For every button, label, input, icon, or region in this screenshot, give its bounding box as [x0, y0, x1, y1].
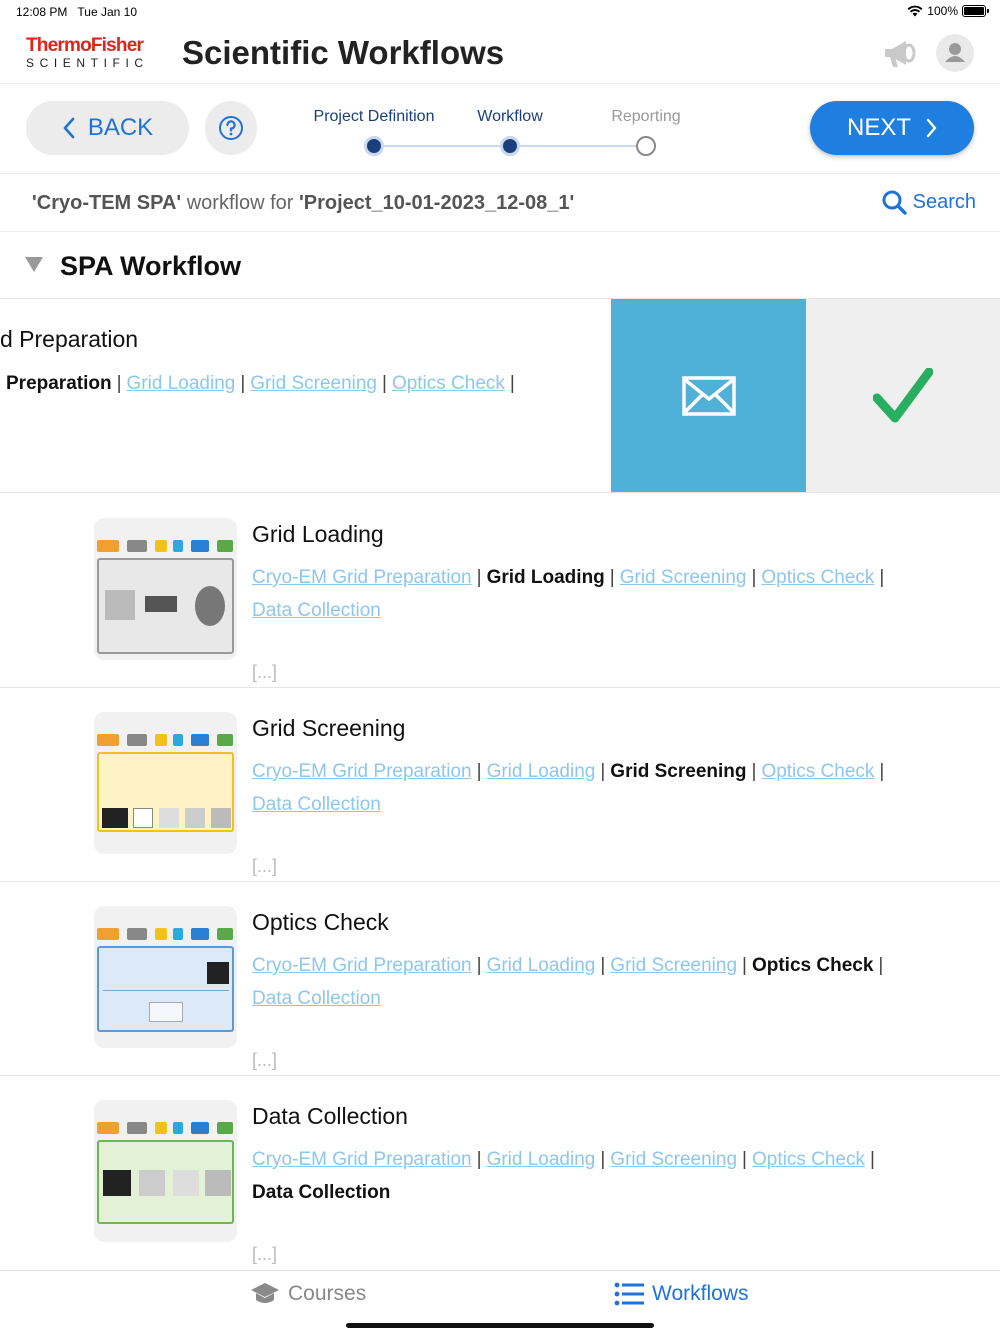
crumb-link[interactable]: Data Collection [252, 794, 381, 815]
back-chevron-icon [63, 117, 75, 139]
step-label-workflow[interactable]: Workflow [477, 108, 543, 126]
workflow-row-grid-preparation[interactable]: d Preparation Preparation | Grid Loading | G… [0, 299, 1000, 493]
crumb-link[interactable]: Optics Check [392, 373, 505, 394]
workflow-context: 'Cryo-TEM SPA' workflow for 'Project_10-… [0, 175, 1000, 232]
section-title: SPA Workflow [60, 251, 242, 281]
help-button[interactable] [205, 101, 257, 155]
step-dot-reporting[interactable] [636, 136, 656, 156]
tab-workflows-label: Workflows [652, 1282, 749, 1305]
tab-courses[interactable]: Courses [250, 1281, 366, 1307]
profile-icon[interactable] [936, 34, 974, 72]
thermofisher-logo: ThermoFisher SCIENTIFIC [26, 35, 149, 71]
back-button[interactable]: BACK [26, 101, 189, 155]
workflow-row-optics-check[interactable]: Optics Check Cryo-EM Grid Preparation | Gr… [0, 882, 1000, 1076]
complete-action-button[interactable] [806, 299, 1000, 492]
row-ellipsis: [...] [252, 1050, 278, 1070]
section-header[interactable]: SPA Workflow [0, 232, 1000, 299]
workflow-row-grid-loading[interactable]: Grid Loading Cryo-EM Grid Preparation | Gr… [0, 494, 1000, 688]
wifi-icon [907, 5, 923, 17]
row-title: d Preparation [0, 326, 139, 352]
row-breadcrumbs: Cryo-EM Grid Preparation | Grid Loading | Gr… [252, 567, 885, 621]
battery-percent: 100% [927, 4, 958, 18]
graduation-cap-icon [251, 1283, 279, 1303]
status-right: 100% [907, 4, 989, 18]
tab-courses-label: Courses [288, 1282, 367, 1305]
workflow-row-data-collection[interactable]: Data Collection Cryo-EM Grid Preparation… [0, 1076, 1000, 1270]
crumb-link[interactable]: Optics Check [761, 761, 874, 782]
row-breadcrumbs: Cryo-EM Grid Preparation | Grid Loading | Gr… [252, 1149, 875, 1203]
row-title: Grid Screening [252, 715, 406, 741]
crumb-link[interactable]: Grid Loading [487, 1149, 596, 1170]
crumb-current: Optics Check [751, 955, 874, 976]
row-ellipsis: [...] [252, 856, 278, 876]
row-ellipsis: [...] [252, 662, 278, 682]
crumb-link[interactable]: Grid Screening [620, 567, 747, 588]
crumb-current: Data Collection [252, 1182, 391, 1203]
workflow-row-grid-screening[interactable]: Grid Screening Cryo-EM Grid Preparation |… [0, 688, 1000, 882]
crumb-current: Grid Screening [610, 761, 747, 782]
crumb-link[interactable]: Data Collection [252, 600, 381, 621]
help-icon [219, 116, 243, 140]
app-header: ThermoFisher SCIENTIFIC Scientific Workf… [0, 26, 1000, 84]
search-label: Search [912, 190, 976, 213]
crumb-current: Grid Loading [486, 567, 605, 588]
crumb-link[interactable]: Grid Loading [127, 373, 236, 394]
status-time: 12:08 PM Tue Jan 10 [16, 5, 137, 19]
workflow-thumbnail [94, 712, 237, 854]
next-chevron-icon [926, 118, 937, 138]
mail-icon [681, 376, 736, 416]
step-label-reporting[interactable]: Reporting [611, 108, 680, 126]
crumb-link[interactable]: Optics Check [752, 1149, 865, 1170]
step-dot-project-definition[interactable] [364, 136, 384, 156]
search-button[interactable]: Search [881, 189, 976, 215]
crumb-link[interactable]: Grid Screening [610, 955, 737, 976]
tab-bar: Courses Workflows [0, 1270, 1000, 1334]
progress-stepper: Project Definition Workflow Reporting [290, 102, 710, 162]
workflow-thumbnail [94, 518, 237, 660]
step-label-project-definition[interactable]: Project Definition [314, 108, 435, 126]
crumb-link[interactable]: Cryo-EM Grid Preparation [252, 567, 472, 588]
row-breadcrumbs: Cryo-EM Grid Preparation | Grid Loading | Gr… [252, 955, 884, 1009]
crumb-link[interactable]: Grid Screening [250, 373, 377, 394]
crumb-link[interactable]: Optics Check [761, 567, 874, 588]
project-name: 'Project_10-01-2023_12-08_1' [298, 192, 575, 214]
step-dot-workflow[interactable] [500, 136, 520, 156]
collapse-triangle-icon[interactable] [25, 257, 43, 272]
next-button[interactable]: NEXT [810, 101, 974, 155]
crumb-current: Preparation [6, 373, 112, 394]
home-indicator[interactable] [346, 1323, 654, 1328]
search-icon [882, 190, 907, 215]
tab-workflows[interactable]: Workflows [614, 1281, 748, 1307]
row-title: Data Collection [252, 1103, 408, 1129]
megaphone-icon[interactable] [880, 34, 918, 72]
battery-icon [962, 5, 989, 17]
status-bar: 12:08 PM Tue Jan 10 100% [0, 0, 1000, 26]
row-breadcrumbs: Preparation | Grid Loading | Grid Screening |… [6, 373, 515, 394]
workflow-name: 'Cryo-TEM SPA' [32, 192, 182, 214]
row-breadcrumbs: Cryo-EM Grid Preparation | Grid Loading | Gr… [252, 761, 885, 815]
next-button-label: NEXT [846, 114, 911, 141]
checkmark-icon [873, 368, 933, 423]
crumb-link[interactable]: Cryo-EM Grid Preparation [252, 1149, 472, 1170]
row-title: Optics Check [252, 909, 389, 935]
workflow-thumbnail [94, 906, 237, 1048]
workflow-thumbnail [94, 1100, 237, 1242]
workflow-context-text: 'Cryo-TEM SPA' workflow for 'Project_10-… [32, 192, 574, 215]
crumb-link[interactable]: Grid Loading [487, 955, 596, 976]
crumb-link[interactable]: Grid Screening [610, 1149, 737, 1170]
crumb-link[interactable]: Grid Loading [487, 761, 596, 782]
row-title: Grid Loading [252, 521, 384, 547]
list-icon [614, 1282, 644, 1306]
app-title: Scientific Workflows [182, 34, 505, 71]
crumb-link[interactable]: Data Collection [252, 988, 381, 1009]
crumb-link[interactable]: Cryo-EM Grid Preparation [252, 761, 472, 782]
row-ellipsis: [...] [252, 1244, 278, 1264]
crumb-link[interactable]: Cryo-EM Grid Preparation [252, 955, 472, 976]
context-connector: workflow for [181, 192, 299, 214]
wizard-nav: BACK Project Definition Workflow Reporti… [0, 84, 1000, 174]
mail-action-button[interactable] [611, 299, 806, 492]
back-button-label: BACK [87, 114, 154, 141]
